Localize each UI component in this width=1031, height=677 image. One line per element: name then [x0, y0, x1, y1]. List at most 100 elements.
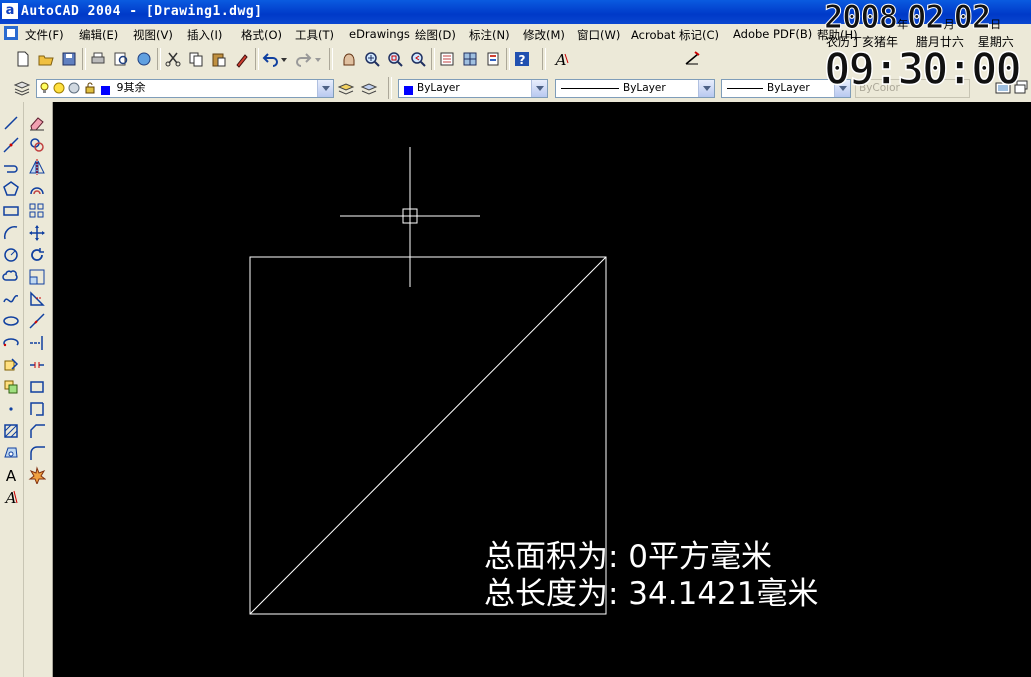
redo-icon[interactable]: [293, 49, 313, 69]
make-object-layer-current-icon[interactable]: [336, 78, 356, 98]
insert-block-icon[interactable]: [1, 355, 21, 375]
trim-icon[interactable]: [27, 311, 47, 331]
save-icon[interactable]: [59, 49, 79, 69]
print-icon[interactable]: [88, 49, 108, 69]
construction-line-icon[interactable]: [1, 135, 21, 155]
explode-icon[interactable]: [27, 465, 47, 485]
mtext-icon[interactable]: A: [1, 487, 21, 507]
pan-realtime-icon[interactable]: [339, 49, 359, 69]
stretch-icon[interactable]: [27, 289, 47, 309]
menu-insert[interactable]: 插入(I): [187, 27, 222, 43]
region-icon[interactable]: [1, 443, 21, 463]
redo-dropdown-icon[interactable]: [313, 49, 323, 69]
crosshair-cursor: [340, 147, 480, 287]
array-icon[interactable]: [27, 201, 47, 221]
publish-icon[interactable]: [134, 49, 154, 69]
scale-icon[interactable]: [27, 267, 47, 287]
text-style-icon[interactable]: A: [552, 49, 572, 69]
revision-cloud-icon[interactable]: [1, 267, 21, 287]
menu-edit[interactable]: 编辑(E): [79, 27, 118, 43]
total-area-readout: 总面积为: 0平方毫米: [484, 539, 773, 575]
line-icon[interactable]: [1, 113, 21, 133]
layer-previous-icon[interactable]: [359, 78, 379, 98]
spline-icon[interactable]: [1, 289, 21, 309]
window-restore-icon[interactable]: [1013, 78, 1031, 98]
fillet-icon[interactable]: [27, 443, 47, 463]
offset-icon[interactable]: [27, 179, 47, 199]
separator: [82, 48, 86, 70]
chamfer-icon[interactable]: [27, 421, 47, 441]
menu-view[interactable]: 视图(V): [133, 27, 173, 43]
ellipse-arc-icon[interactable]: [1, 333, 21, 353]
rotate-icon[interactable]: [27, 245, 47, 265]
document-icon[interactable]: [2, 24, 20, 42]
menu-draw[interactable]: 绘图(D): [415, 27, 456, 43]
color-control-select[interactable]: ByLayer: [398, 79, 548, 98]
dim-style-icon[interactable]: [682, 49, 702, 69]
open-icon[interactable]: [36, 49, 56, 69]
chevron-down-icon[interactable]: [531, 80, 547, 97]
lineweight-control-select[interactable]: ByLayer: [721, 79, 851, 98]
zoom-realtime-icon[interactable]: [362, 49, 382, 69]
undo-icon[interactable]: [261, 49, 281, 69]
paste-icon[interactable]: [209, 49, 229, 69]
menu-format[interactable]: 格式(O): [241, 27, 282, 43]
hatch-icon[interactable]: [1, 421, 21, 441]
zoom-previous-icon[interactable]: [408, 49, 428, 69]
extend-icon[interactable]: [27, 333, 47, 353]
undo-dropdown-icon[interactable]: [279, 49, 289, 69]
point-icon[interactable]: [1, 399, 21, 419]
viewport-icon[interactable]: [993, 78, 1013, 98]
break-at-point-icon[interactable]: [27, 377, 47, 397]
menu-acrobat-markup[interactable]: Acrobat 标记(C): [631, 27, 719, 43]
match-properties-icon[interactable]: [232, 49, 252, 69]
copy-icon[interactable]: [27, 135, 47, 155]
autocad-app-icon[interactable]: a: [2, 3, 18, 19]
zoom-window-icon[interactable]: [385, 49, 405, 69]
layer-select[interactable]: 9其余: [36, 79, 334, 98]
plot-preview-icon[interactable]: [111, 49, 131, 69]
menu-adobe-pdf[interactable]: Adobe PDF(B): [733, 27, 812, 41]
copy-clipboard-icon[interactable]: [186, 49, 206, 69]
menu-edrawings[interactable]: eDrawings: [349, 27, 410, 41]
menu-help[interactable]: 帮助(H): [817, 27, 858, 43]
plot-style-control-select: ByColor: [855, 79, 970, 98]
layer-manager-icon[interactable]: [12, 78, 32, 98]
design-center-icon[interactable]: [460, 49, 480, 69]
svg-text:A: A: [6, 467, 17, 484]
cut-icon[interactable]: [163, 49, 183, 69]
lock-icon: [84, 82, 96, 94]
join-icon[interactable]: [27, 399, 47, 419]
menu-tools[interactable]: 工具(T): [295, 27, 334, 43]
menu-dimension[interactable]: 标注(N): [469, 27, 510, 43]
properties-icon[interactable]: [437, 49, 457, 69]
ellipse-icon[interactable]: [1, 311, 21, 331]
chevron-down-icon[interactable]: [834, 80, 850, 97]
arc-icon[interactable]: [1, 223, 21, 243]
linetype-value: ByLayer: [623, 82, 666, 94]
new-icon[interactable]: [13, 49, 33, 69]
separator: [542, 48, 546, 70]
menu-window[interactable]: 窗口(W): [577, 27, 620, 43]
polyline-icon[interactable]: [1, 157, 21, 177]
chevron-down-icon[interactable]: [698, 80, 714, 97]
tool-palettes-icon[interactable]: [483, 49, 503, 69]
menu-modify[interactable]: 修改(M): [523, 27, 565, 43]
chevron-down-icon[interactable]: [317, 80, 333, 97]
mirror-icon[interactable]: [27, 157, 47, 177]
separator: [157, 48, 161, 70]
window-title: AutoCAD 2004 - [Drawing1.dwg]: [21, 4, 263, 19]
menu-file[interactable]: 文件(F): [25, 27, 64, 43]
polygon-icon[interactable]: [1, 179, 21, 199]
help-icon[interactable]: ?: [512, 49, 532, 69]
move-icon[interactable]: [27, 223, 47, 243]
sun-icon: [53, 82, 65, 94]
make-block-icon[interactable]: [1, 377, 21, 397]
break-icon[interactable]: [27, 355, 47, 375]
circle-icon[interactable]: [1, 245, 21, 265]
rectangle-icon[interactable]: [1, 201, 21, 221]
text-icon[interactable]: A: [1, 465, 21, 485]
linetype-control-select[interactable]: ByLayer: [555, 79, 715, 98]
drawing-area[interactable]: 总面积为: 0平方毫米 总长度为: 34.1421毫米: [53, 102, 1031, 677]
erase-icon[interactable]: [27, 113, 47, 133]
